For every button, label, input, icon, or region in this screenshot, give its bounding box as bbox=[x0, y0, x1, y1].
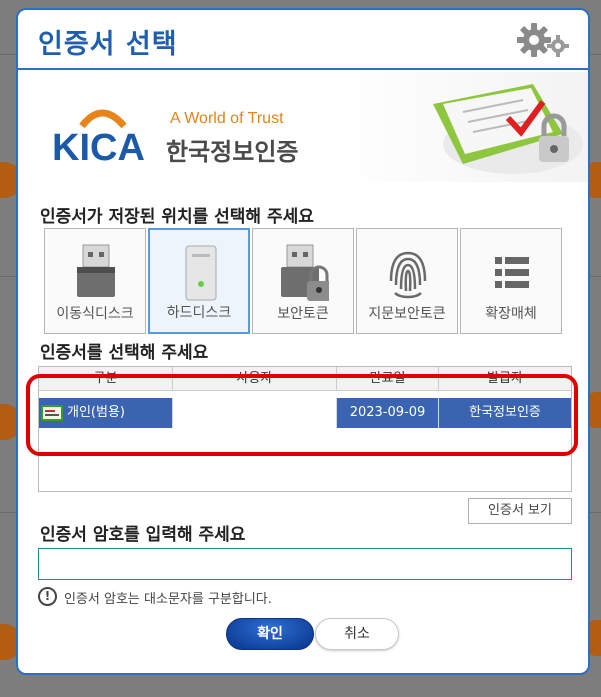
storage-option-security-token[interactable]: 보안토큰 bbox=[252, 228, 354, 334]
fingerprint-icon bbox=[389, 251, 427, 299]
certificate-folder-illustration bbox=[433, 84, 583, 174]
column-header-issuer[interactable]: 발급자 bbox=[439, 367, 571, 391]
dialog-title-bar: 인증서 선택 bbox=[18, 10, 588, 70]
storage-option-label: 하드디스크 bbox=[166, 305, 232, 321]
cell-user bbox=[173, 398, 337, 428]
cell-expiry: 2023-09-09 bbox=[337, 398, 439, 428]
gear-icon[interactable] bbox=[514, 20, 574, 60]
hard-disk-icon bbox=[185, 245, 217, 301]
storage-option-fingerprint-token[interactable]: 지문보안토큰 bbox=[356, 228, 458, 334]
kica-mark-text: KICA bbox=[52, 127, 145, 166]
column-header-user[interactable]: 사용자 bbox=[173, 367, 337, 391]
storage-option-extended-media[interactable]: 확장매체 bbox=[460, 228, 562, 334]
cell-issuer: 한국정보인증 bbox=[439, 398, 571, 428]
security-token-icon bbox=[281, 244, 329, 301]
kica-logo: KICA bbox=[52, 109, 145, 166]
usb-drive-icon bbox=[77, 244, 115, 297]
cell-type: 개인(범용) bbox=[39, 398, 173, 428]
storage-option-removable-disk[interactable]: 이동식디스크 bbox=[44, 228, 146, 334]
column-header-type[interactable]: 구분 bbox=[39, 367, 173, 391]
certificate-select-dialog: 인증서 선택 KICA A World of Trust 한국정보인증 인증서가… bbox=[16, 8, 590, 675]
storage-option-label: 이동식디스크 bbox=[56, 306, 134, 322]
storage-heading: 인증서가 저장된 위치를 선택해 주세요 bbox=[40, 207, 314, 227]
list-icon bbox=[495, 257, 529, 288]
cancel-button[interactable]: 취소 bbox=[315, 618, 399, 650]
password-heading: 인증서 암호를 입력해 주세요 bbox=[40, 525, 246, 545]
password-input[interactable] bbox=[38, 548, 572, 580]
storage-option-label: 지문보안토큰 bbox=[368, 306, 446, 322]
brand-tagline: A World of Trust bbox=[170, 110, 284, 127]
password-hint: 인증서 암호는 대소문자를 구분합니다. bbox=[64, 592, 272, 607]
brand-banner: KICA A World of Trust 한국정보인증 bbox=[18, 72, 588, 182]
storage-option-label: 보안토큰 bbox=[277, 306, 329, 322]
certificate-badge-icon bbox=[41, 404, 63, 421]
certificate-table: 구분 사용자 만료일 발급자 개인(범용) 2023-09-09 한국정보인증 bbox=[38, 366, 572, 492]
storage-option-label: 확장매체 bbox=[485, 306, 537, 322]
info-icon: ! bbox=[38, 587, 57, 606]
cert-list-heading: 인증서를 선택해 주세요 bbox=[40, 343, 209, 363]
dialog-title: 인증서 선택 bbox=[38, 29, 178, 60]
confirm-button[interactable]: 확인 bbox=[226, 618, 314, 650]
column-header-expiry[interactable]: 만료일 bbox=[337, 367, 439, 391]
storage-option-hard-disk[interactable]: 하드디스크 bbox=[148, 228, 250, 334]
cert-type-text: 개인(범용) bbox=[67, 405, 125, 420]
org-name: 한국정보인증 bbox=[166, 138, 299, 166]
view-certificate-button[interactable]: 인증서 보기 bbox=[468, 498, 572, 524]
